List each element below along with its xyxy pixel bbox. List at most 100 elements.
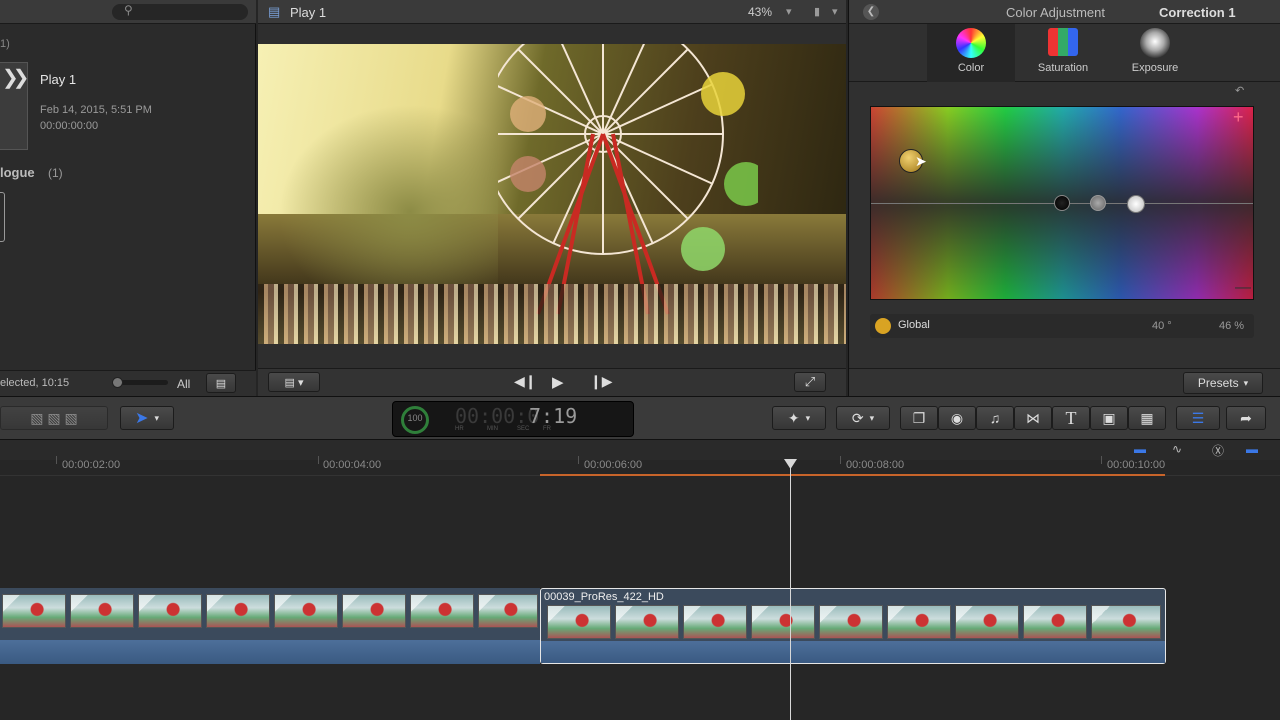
tick-3: 00:00:06:00 bbox=[584, 459, 643, 471]
inspector-toggle-icon[interactable]: ☰ bbox=[1176, 406, 1220, 430]
adjustment-tabs: Color Saturation Exposure bbox=[849, 24, 1280, 82]
tick-5: 00:00:10:00 bbox=[1107, 459, 1166, 471]
zoom-level[interactable]: 43% bbox=[748, 5, 772, 19]
color-inspector: ❮ Color Adjustment Correction 1 Color Sa… bbox=[848, 0, 1280, 396]
viewer-footer: ▤ ▾ ◀❙ ▶ ❙▶ ⤢ bbox=[258, 368, 846, 396]
search-icon[interactable]: ⚲ bbox=[124, 3, 133, 17]
select-tool-button[interactable]: ➤ ▾ bbox=[120, 406, 174, 430]
tick-2: 00:00:04:00 bbox=[323, 459, 382, 471]
skip-forward-icon[interactable]: ❙▶ bbox=[590, 373, 613, 390]
library-search-bar: ⚲ bbox=[0, 0, 256, 24]
filmstrip-view-icon[interactable]: ▤ bbox=[206, 373, 236, 393]
library-footer: elected, 10:15 All ▤ bbox=[0, 370, 256, 396]
selection-status: elected, 10:15 bbox=[0, 377, 70, 389]
zoom-chevron-icon[interactable]: ▾ bbox=[786, 5, 792, 18]
minus-icon: — bbox=[1235, 279, 1251, 296]
edit-tools-icon[interactable]: ▧ ▧ ▧ bbox=[0, 406, 108, 430]
global-label: Global bbox=[898, 319, 930, 331]
dashboard: 100 00:00:0 7:19 HR MIN SEC FR bbox=[392, 401, 634, 437]
tab-exposure-label: Exposure bbox=[1131, 62, 1179, 74]
filter-all[interactable]: All bbox=[177, 377, 190, 391]
clip-browser-icon[interactable]: ❐ bbox=[900, 406, 938, 430]
retime-button[interactable]: ⟳ ▾ bbox=[836, 406, 890, 430]
skip-back-icon[interactable]: ◀❙ bbox=[514, 373, 537, 390]
fullscreen-icon[interactable]: ⤢ bbox=[794, 372, 826, 392]
viewer: ▤ Play 1 43% ▾ ▮ ▾ ▤ ▾ ◀❙ ▶ ❙▶ ⤢ bbox=[258, 0, 846, 396]
global-row[interactable]: Global 40 ° 46 % bbox=[870, 314, 1254, 338]
timecode-hr: HR bbox=[455, 426, 464, 432]
event-title: Play 1 bbox=[40, 72, 77, 87]
inspector-footer: Presets ▾ bbox=[849, 368, 1280, 396]
toolbar: ▧ ▧ ▧ ➤ ▾ 100 00:00:0 7:19 HR MIN SEC FR … bbox=[0, 396, 1280, 440]
timeline: ▬ ∿ Ⓧ ▬ 00:00:02:00 00:00:04:00 00:00:06… bbox=[0, 440, 1280, 720]
tab-exposure[interactable]: Exposure bbox=[1111, 24, 1199, 82]
slider-knob[interactable] bbox=[112, 377, 123, 388]
library-count: 1) bbox=[0, 38, 10, 50]
tick-4: 00:00:08:00 bbox=[846, 459, 905, 471]
event-browser: ⚲ 1) ❯❯ Play 1 Feb 14, 2015, 5:51 PM 00:… bbox=[0, 0, 256, 396]
tab-saturation[interactable]: Saturation bbox=[1019, 24, 1107, 82]
color-board[interactable]: + — ➤ bbox=[870, 106, 1254, 300]
clip-selected[interactable]: 00039_ProRes_422_HD bbox=[540, 588, 1166, 664]
presets-label: Presets bbox=[1197, 376, 1239, 390]
playhead[interactable] bbox=[790, 460, 791, 720]
back-icon[interactable]: ❮ bbox=[863, 4, 879, 20]
viewer-header: ▤ Play 1 43% ▾ ▮ ▾ bbox=[258, 0, 846, 24]
transitions-icon[interactable]: ⋈ bbox=[1014, 406, 1052, 430]
presets-chevron-icon: ▾ bbox=[1243, 377, 1249, 388]
reset-icon[interactable]: ↶ bbox=[1235, 84, 1244, 97]
retime-icon: ⟳ bbox=[851, 409, 864, 426]
view-options-chevron-icon[interactable]: ▾ bbox=[832, 5, 838, 18]
timecode-min: MIN bbox=[487, 426, 498, 432]
color-wheel-icon bbox=[956, 28, 986, 58]
event-date: Feb 14, 2015, 5:51 PM bbox=[40, 104, 152, 116]
waveform-icon[interactable]: ∿ bbox=[1172, 442, 1182, 456]
inspector-title: Color Adjustment bbox=[1006, 5, 1105, 20]
tool-chevron-icon: ▾ bbox=[154, 412, 159, 423]
music-icon[interactable]: ♫ bbox=[976, 406, 1014, 430]
timecode-fr: FR bbox=[543, 426, 551, 432]
play-icon[interactable]: ▶ bbox=[552, 373, 564, 391]
selection-range bbox=[540, 474, 1165, 476]
themes-icon[interactable]: ▦ bbox=[1128, 406, 1166, 430]
correction-label[interactable]: Correction 1 bbox=[1159, 5, 1236, 20]
clip-appearance-icon[interactable]: ▬ bbox=[1134, 442, 1146, 456]
camera-icon[interactable]: ◉ bbox=[938, 406, 976, 430]
chevrons-icon: ❯❯ bbox=[2, 67, 29, 89]
timecode-bright[interactable]: 7:19 bbox=[529, 404, 577, 428]
text-icon[interactable]: T bbox=[1052, 406, 1090, 430]
generator-icon[interactable]: ▣ bbox=[1090, 406, 1128, 430]
event-timecode: 00:00:00:00 bbox=[40, 120, 99, 132]
presets-button[interactable]: Presets ▾ bbox=[1183, 372, 1263, 394]
global-percent[interactable]: 46 % bbox=[1219, 320, 1244, 332]
global-angle[interactable]: 40 ° bbox=[1152, 320, 1172, 332]
inspector-header: ❮ Color Adjustment Correction 1 bbox=[849, 0, 1280, 24]
plus-icon: + bbox=[1233, 107, 1244, 127]
time-ruler[interactable]: 00:00:02:00 00:00:04:00 00:00:06:00 00:0… bbox=[0, 456, 1280, 476]
global-swatch-icon bbox=[875, 318, 891, 334]
timecode-sec: SEC bbox=[517, 426, 530, 432]
enhancements-button[interactable]: ✦ ▾ bbox=[772, 406, 826, 430]
tab-color[interactable]: Color bbox=[927, 24, 1015, 82]
midtones-puck[interactable] bbox=[1090, 195, 1106, 211]
share-icon[interactable]: ➦ bbox=[1226, 406, 1266, 430]
section-count: (1) bbox=[48, 166, 63, 180]
view-options-icon[interactable]: ▮ bbox=[814, 5, 820, 18]
audio-waveform bbox=[0, 640, 540, 664]
viewer-title: Play 1 bbox=[290, 5, 327, 20]
clip-size-slider[interactable] bbox=[112, 377, 168, 388]
clapper-icon: ▤ bbox=[268, 4, 281, 19]
highlights-puck[interactable] bbox=[1127, 195, 1145, 213]
section-label: logue bbox=[0, 165, 35, 180]
event-thumbnail[interactable]: ❯❯ bbox=[0, 62, 29, 150]
transform-icon[interactable]: ▤ ▾ bbox=[268, 372, 320, 392]
retime-chevron-icon: ▾ bbox=[869, 412, 875, 423]
clip-left[interactable] bbox=[0, 588, 540, 664]
clip-thumbnail[interactable] bbox=[0, 192, 5, 242]
timecode-dim: 00:00:0 bbox=[455, 404, 540, 428]
snapping-icon[interactable]: ▬ bbox=[1246, 442, 1258, 456]
tab-color-label: Color bbox=[957, 62, 985, 74]
video-frame bbox=[258, 44, 846, 344]
cursor-icon: ➤ bbox=[915, 153, 927, 169]
shadows-puck[interactable] bbox=[1054, 195, 1070, 211]
